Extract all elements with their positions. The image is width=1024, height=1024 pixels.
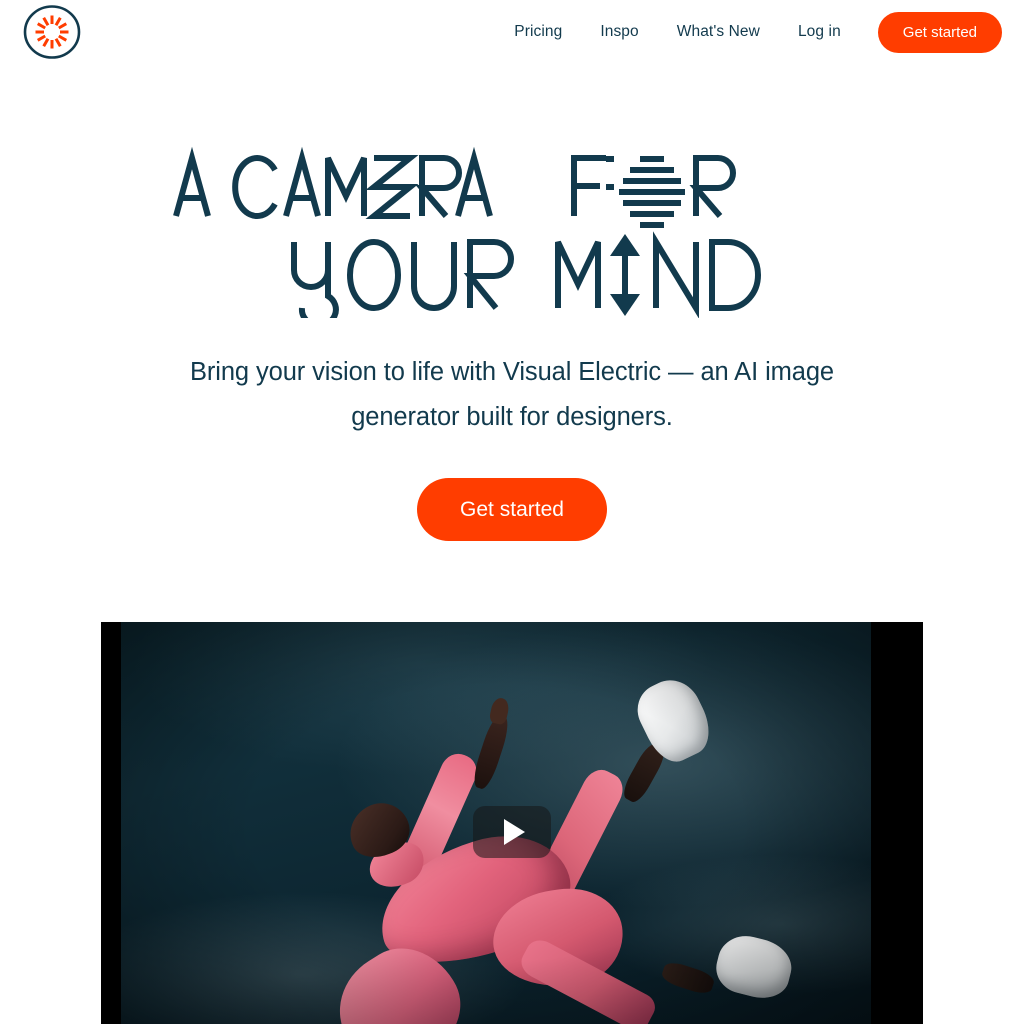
nav-link-whats-new[interactable]: What's New xyxy=(658,24,779,40)
hero-subtitle: Bring your vision to life with Visual El… xyxy=(189,358,835,431)
play-button[interactable] xyxy=(473,805,551,858)
nav-link-inspo[interactable]: Inspo xyxy=(581,24,657,40)
sunburst-logo-icon xyxy=(23,5,81,59)
site-header: Pricing Inspo What's New Log in Get star… xyxy=(0,0,1024,64)
play-icon xyxy=(504,818,525,845)
hero-headline: A CAMERA FOR YOUR MIND xyxy=(173,146,761,318)
figure-forearm xyxy=(469,712,513,791)
video-player[interactable] xyxy=(101,621,923,1024)
nav-link-log-in[interactable]: Log in xyxy=(779,24,860,40)
primary-navigation: Pricing Inspo What's New Log in Get star… xyxy=(495,11,1002,53)
hero-section: A CAMERA FOR YOUR MIND xyxy=(0,64,1024,541)
hero-get-started-button[interactable]: Get started xyxy=(417,477,607,541)
figure-lower-shoe xyxy=(711,929,797,1004)
figure-lower-shin xyxy=(659,959,717,997)
nav-link-pricing[interactable]: Pricing xyxy=(495,24,581,40)
hero-cta-wrapper: Get started xyxy=(0,477,1024,541)
hero-video-section xyxy=(101,621,923,1024)
logo-link[interactable] xyxy=(22,4,82,60)
header-get-started-button[interactable]: Get started xyxy=(877,11,1002,53)
